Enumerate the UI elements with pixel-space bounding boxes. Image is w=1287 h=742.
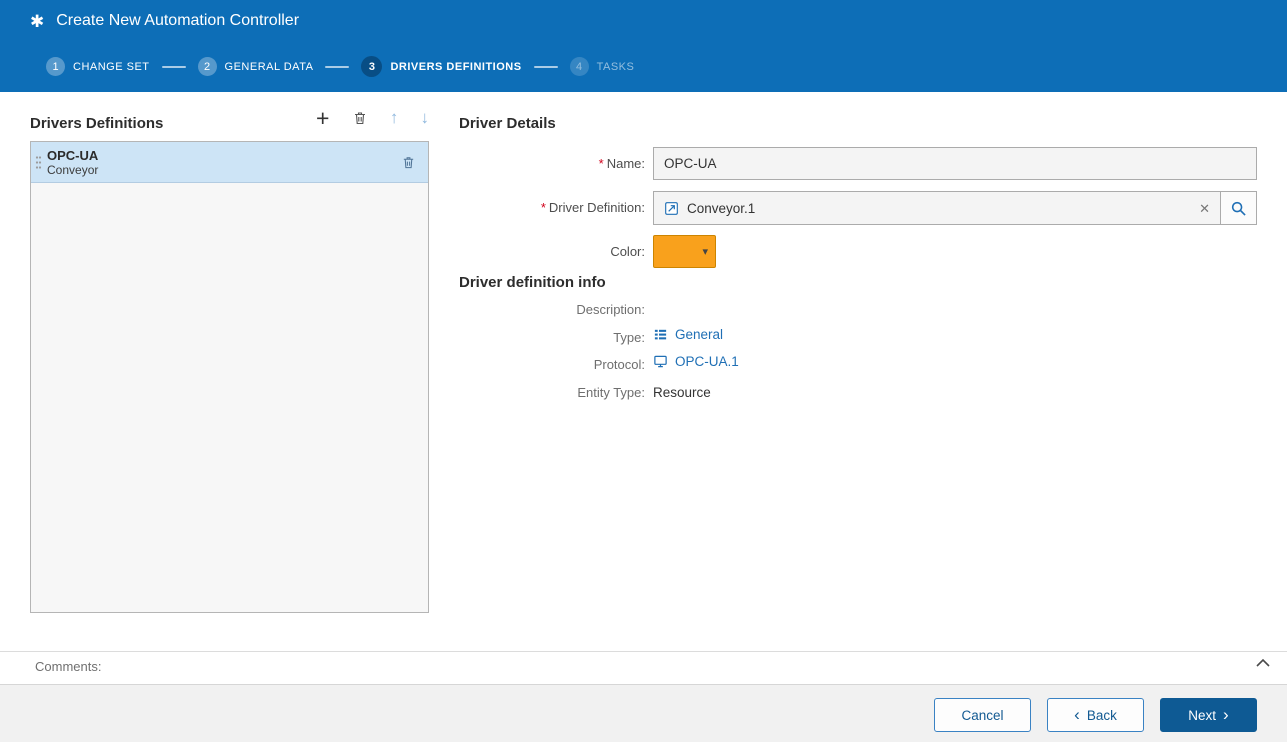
- entity-type-value: Resource: [653, 385, 711, 400]
- step-1-circle: 1: [46, 57, 65, 76]
- entity-type-value-row: Resource: [653, 385, 711, 400]
- app-asterisk-icon: ✱: [30, 13, 44, 30]
- move-up-button[interactable]: ↑: [390, 108, 399, 128]
- step-connector: [534, 66, 558, 68]
- footer-buttons: Cancel ‹ Back Next ›: [934, 698, 1257, 732]
- type-value-row: General: [653, 327, 723, 342]
- step-general-data[interactable]: 2 GENERAL DATA: [198, 57, 314, 76]
- name-input[interactable]: [653, 147, 1257, 180]
- add-driver-button[interactable]: +: [316, 107, 329, 129]
- comments-divider: [0, 651, 1287, 652]
- protocol-value-row: OPC-UA.1: [653, 354, 739, 369]
- list-item-text: OPC-UA Conveyor: [47, 148, 401, 177]
- next-button-label: Next: [1188, 708, 1216, 723]
- step-drivers-definitions[interactable]: 3 DRIVERS DEFINITIONS: [361, 56, 521, 77]
- protocol-value-link[interactable]: OPC-UA.1: [675, 354, 739, 369]
- wizard-stepper: 1 CHANGE SET 2 GENERAL DATA 3 DRIVERS DE…: [46, 56, 634, 77]
- clear-icon[interactable]: ✕: [1199, 202, 1210, 215]
- header-title-row: ✱ Create New Automation Controller: [30, 12, 299, 30]
- step-connector: [325, 66, 349, 68]
- color-field-label: Color:: [455, 244, 645, 259]
- driver-definition-label-text: Driver Definition:: [549, 200, 645, 215]
- cancel-button-label: Cancel: [961, 708, 1003, 723]
- step-3-circle: 3: [361, 56, 382, 77]
- back-button-label: Back: [1087, 708, 1117, 723]
- next-button[interactable]: Next ›: [1160, 698, 1257, 732]
- search-icon: [1230, 200, 1247, 217]
- move-down-button[interactable]: ↓: [421, 108, 430, 128]
- step-4-circle: 4: [570, 57, 589, 76]
- delete-driver-button[interactable]: [352, 110, 368, 126]
- step-1-label: CHANGE SET: [73, 61, 150, 73]
- driver-definition-value: Conveyor.1: [687, 201, 1191, 216]
- trash-icon: [401, 155, 416, 170]
- list-item-subtitle: Conveyor: [47, 163, 401, 177]
- color-dropdown-button[interactable]: ▾: [653, 235, 716, 268]
- type-label: Type:: [455, 330, 645, 345]
- delete-list-item-button[interactable]: [401, 155, 416, 170]
- list-item-name: OPC-UA: [47, 148, 401, 163]
- dialog-title: Create New Automation Controller: [56, 12, 299, 30]
- driver-definition-field: Conveyor.1 ✕: [653, 191, 1257, 225]
- step-2-circle: 2: [198, 57, 217, 76]
- open-reference-icon: [664, 201, 679, 216]
- protocol-label: Protocol:: [455, 357, 645, 372]
- driver-details-title: Driver Details: [459, 115, 556, 132]
- drivers-list-toolbar: + ↑ ↓: [316, 107, 429, 129]
- driver-definition-picker[interactable]: Conveyor.1 ✕: [653, 191, 1221, 225]
- description-label: Description:: [455, 302, 645, 317]
- back-button[interactable]: ‹ Back: [1047, 698, 1144, 732]
- required-asterisk: *: [541, 200, 546, 215]
- name-field-label: *Name:: [455, 156, 645, 171]
- step-3-label: DRIVERS DEFINITIONS: [390, 61, 521, 73]
- drag-handle-icon[interactable]: [35, 155, 42, 170]
- required-asterisk: *: [599, 156, 604, 171]
- chevron-right-icon: ›: [1223, 706, 1229, 723]
- driver-definition-info-title: Driver definition info: [459, 274, 606, 291]
- browse-driver-definition-button[interactable]: [1220, 191, 1257, 225]
- step-2-label: GENERAL DATA: [225, 61, 314, 73]
- step-4-label: TASKS: [597, 61, 635, 73]
- list-type-icon: [653, 327, 668, 342]
- caret-down-icon: ▾: [702, 245, 708, 258]
- step-tasks[interactable]: 4 TASKS: [570, 57, 635, 76]
- list-item-opc-ua[interactable]: OPC-UA Conveyor: [31, 142, 428, 183]
- collapse-comments-button[interactable]: [1255, 658, 1271, 668]
- name-label-text: Name:: [607, 156, 645, 171]
- trash-icon: [352, 110, 368, 126]
- entity-type-label: Entity Type:: [455, 385, 645, 400]
- driver-definition-field-label: *Driver Definition:: [455, 200, 645, 215]
- cancel-button[interactable]: Cancel: [934, 698, 1031, 732]
- dialog-header: ✱ Create New Automation Controller 1 CHA…: [0, 0, 1287, 92]
- drivers-definitions-title: Drivers Definitions: [30, 115, 163, 132]
- dialog-footer: Cancel ‹ Back Next ›: [0, 684, 1287, 742]
- drivers-definitions-list[interactable]: OPC-UA Conveyor: [30, 141, 429, 613]
- type-value-link[interactable]: General: [675, 327, 723, 342]
- monitor-icon: [653, 354, 668, 369]
- chevron-left-icon: ‹: [1074, 706, 1080, 723]
- step-connector: [162, 66, 186, 68]
- step-change-set[interactable]: 1 CHANGE SET: [46, 57, 150, 76]
- comments-label: Comments:: [35, 659, 101, 674]
- chevron-up-icon: [1255, 658, 1271, 668]
